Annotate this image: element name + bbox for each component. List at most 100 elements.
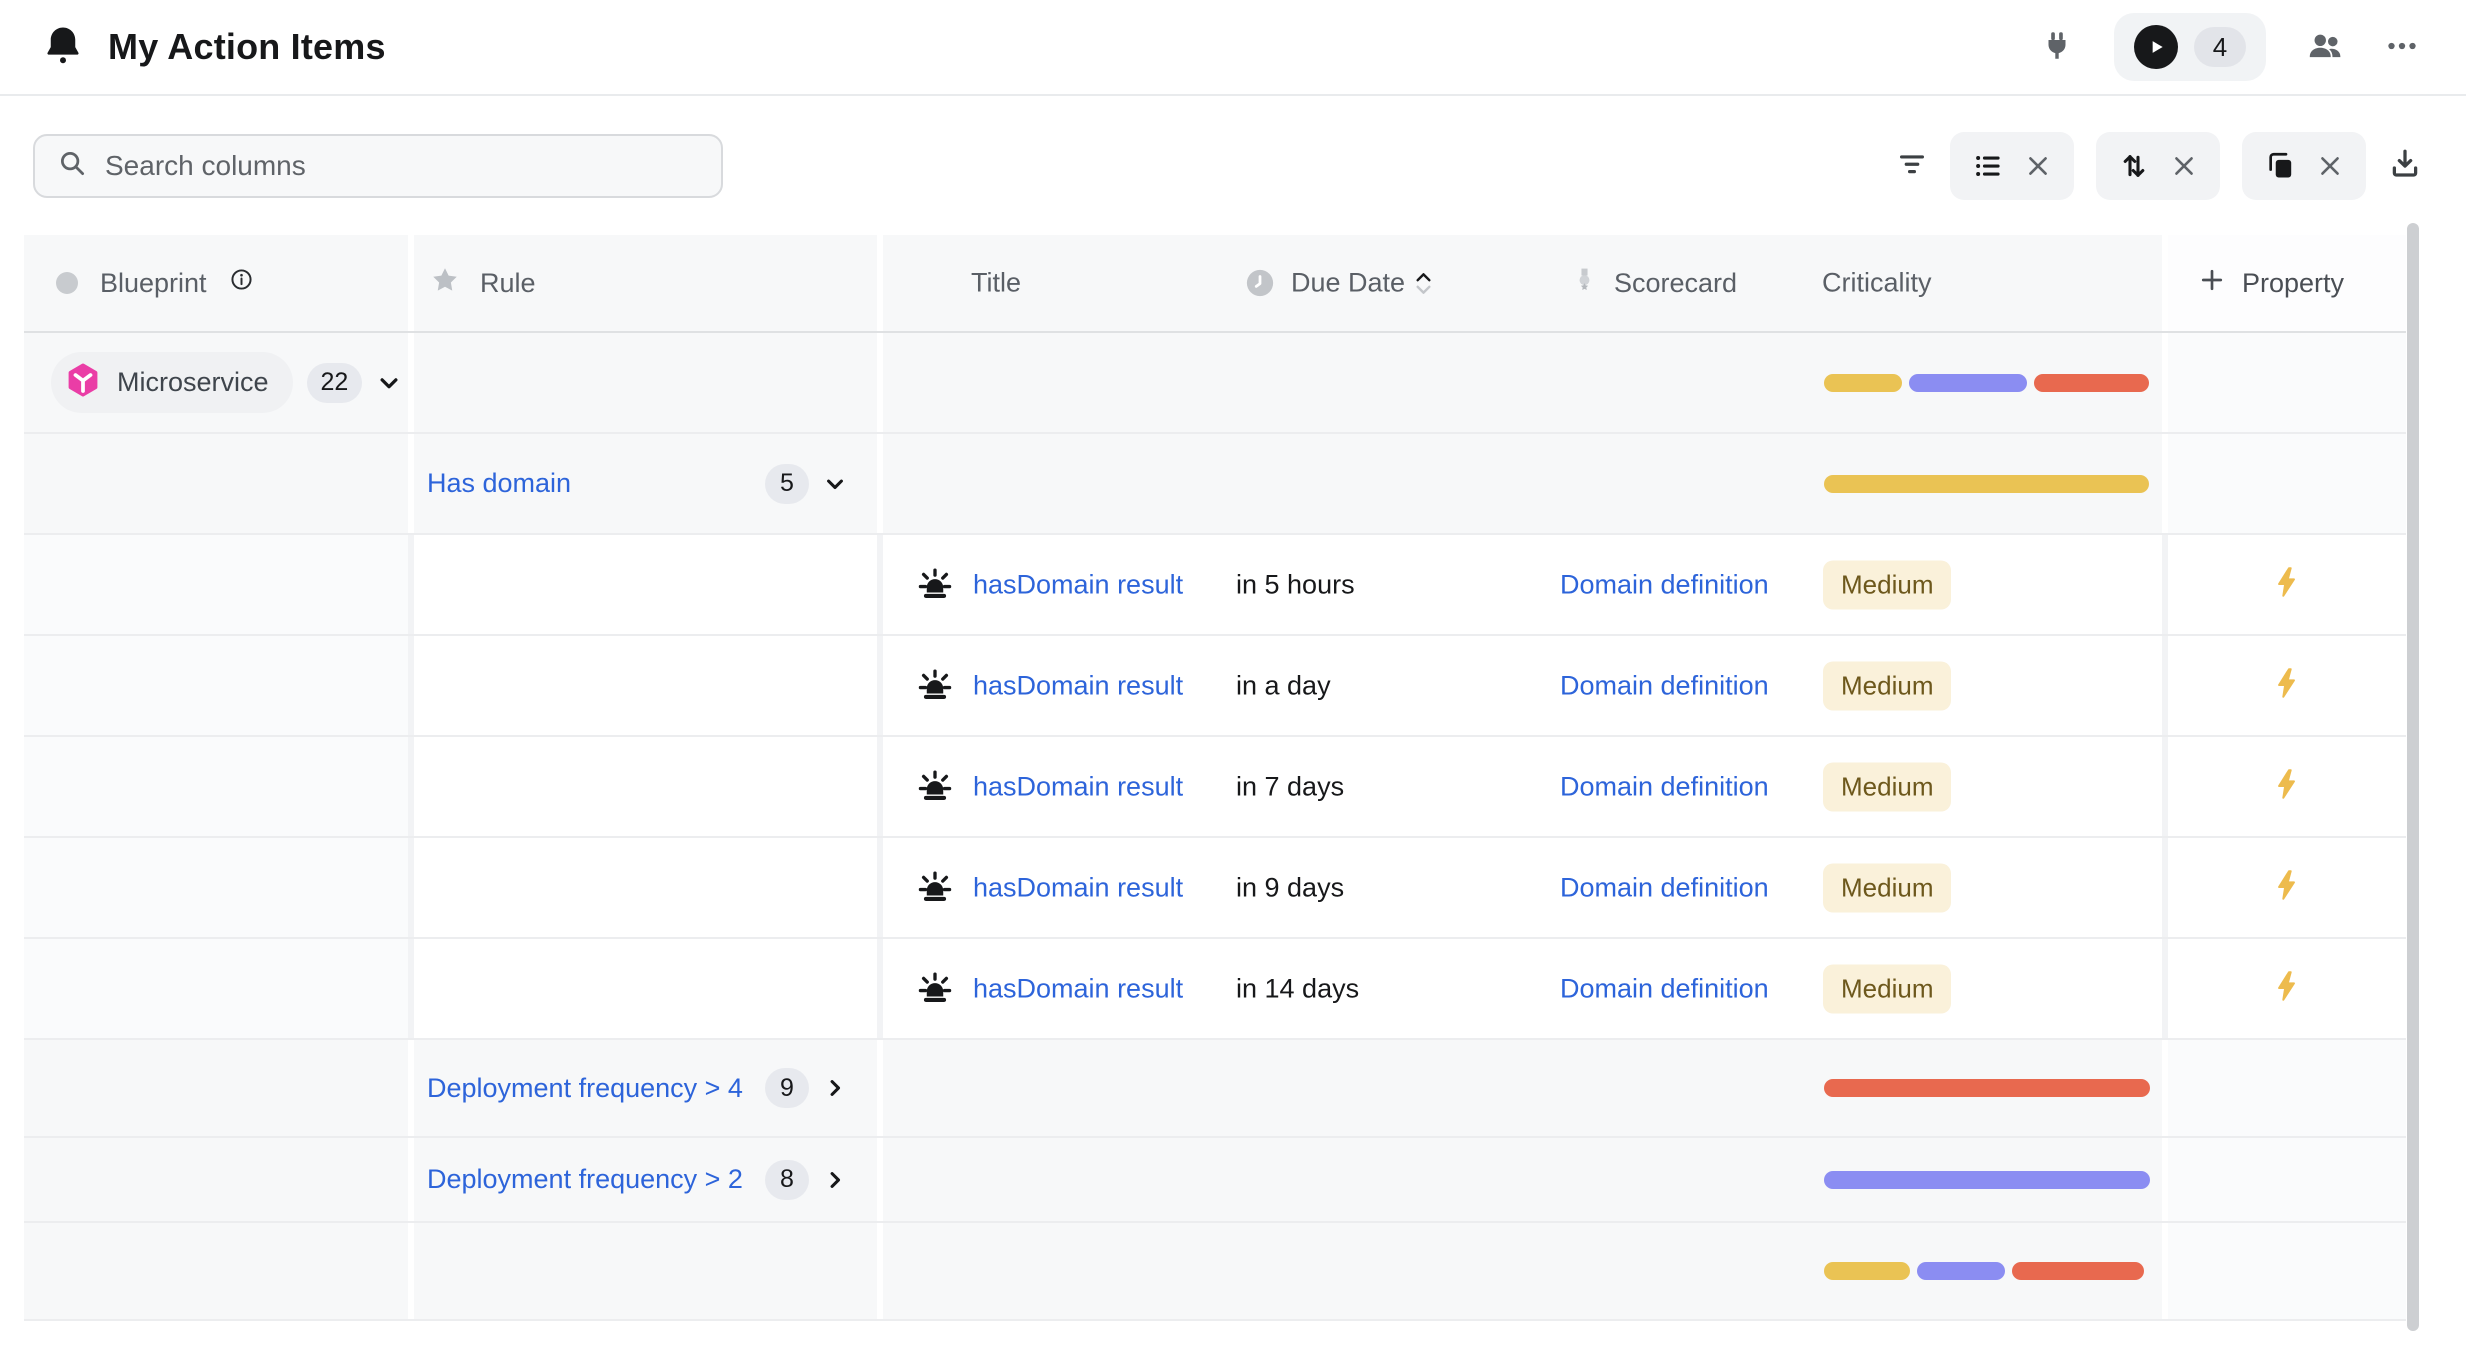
criticality-badge: Medium xyxy=(1823,560,1951,609)
filter-button[interactable] xyxy=(1896,148,1928,183)
column-header-criticality[interactable]: Criticality xyxy=(1822,268,1932,299)
scorecard-link[interactable]: Domain definition xyxy=(1560,670,1769,701)
criticality-distribution-bars xyxy=(1824,1171,2150,1189)
due-date-value: in 7 days xyxy=(1236,771,1344,802)
column-header-blueprint[interactable]: Blueprint xyxy=(24,235,408,331)
play-icon xyxy=(2134,25,2178,69)
download-button[interactable] xyxy=(2388,147,2422,184)
action-item-title-link[interactable]: hasDomain result xyxy=(973,872,1183,903)
ellipsis-icon xyxy=(2384,28,2420,67)
bolt-icon[interactable] xyxy=(2270,666,2304,705)
criticality-badge: Medium xyxy=(1823,762,1951,811)
bolt-icon[interactable] xyxy=(2270,767,2304,806)
add-property-button[interactable]: Property xyxy=(2168,235,2406,331)
action-item-title-link[interactable]: hasDomain result xyxy=(973,670,1183,701)
table-row-action-item: hasDomain result in 9 days Domain defini… xyxy=(24,838,2406,939)
medal-icon xyxy=(1571,266,1598,300)
alarm-icon xyxy=(916,566,954,604)
more-options-button[interactable] xyxy=(2384,28,2420,67)
blueprint-chip-microservice[interactable]: Microservice xyxy=(51,352,293,413)
action-item-title-link[interactable]: hasDomain result xyxy=(973,973,1183,1004)
filter-lines-icon xyxy=(1896,148,1928,183)
scorecard-link[interactable]: Domain definition xyxy=(1560,569,1769,600)
action-item-title-link[interactable]: hasDomain result xyxy=(973,771,1183,802)
layers-copy-icon[interactable] xyxy=(2264,150,2296,182)
alarm-icon xyxy=(916,970,954,1008)
column-label-scorecard: Scorecard xyxy=(1614,268,1737,299)
clear-copy-view-button[interactable] xyxy=(2316,152,2344,180)
rule-group-link[interactable]: Deployment frequency > 2 xyxy=(427,1164,743,1195)
runs-count-badge: 4 xyxy=(2194,27,2246,67)
chevron-down-icon[interactable] xyxy=(374,368,404,398)
chevron-down-icon[interactable] xyxy=(821,470,849,498)
clock-icon xyxy=(1245,268,1275,298)
vertical-scrollbar[interactable] xyxy=(2407,223,2419,1331)
table-row-group-summary xyxy=(24,1223,2406,1321)
criticality-distribution-bars xyxy=(1824,374,2149,392)
column-label-due-date: Due Date xyxy=(1291,268,1405,299)
criticality-distribution-bars xyxy=(1824,1262,2144,1280)
clear-group-by-button[interactable] xyxy=(2024,152,2052,180)
table-toolbar xyxy=(0,96,2466,235)
action-items-table: Blueprint Rule Title Due Date xyxy=(24,235,2406,1321)
app-header-left: My Action Items xyxy=(42,24,386,71)
scorecard-link[interactable]: Domain definition xyxy=(1560,872,1769,903)
app-header: My Action Items 4 xyxy=(0,0,2466,96)
search-columns-box[interactable] xyxy=(33,134,723,198)
group-count-badge: 22 xyxy=(307,363,363,403)
runs-button[interactable]: 4 xyxy=(2114,13,2266,81)
users-button[interactable] xyxy=(2306,27,2344,68)
table-row-action-item: hasDomain result in 7 days Domain defini… xyxy=(24,737,2406,838)
column-header-title[interactable]: Title xyxy=(971,268,1021,299)
people-icon xyxy=(2306,27,2344,68)
app-header-actions: 4 xyxy=(2040,13,2420,81)
due-date-value: in 9 days xyxy=(1236,872,1344,903)
table-row-blueprint-group: Microservice 22 xyxy=(24,333,2406,434)
scorecard-link[interactable]: Domain definition xyxy=(1560,973,1769,1004)
rule-group-link[interactable]: Deployment frequency > 4 xyxy=(427,1073,743,1104)
column-header-rule[interactable]: Rule xyxy=(414,235,877,331)
group-count-badge: 8 xyxy=(765,1160,809,1200)
sort-chip xyxy=(2096,132,2220,200)
download-icon xyxy=(2388,147,2422,184)
alarm-icon xyxy=(916,768,954,806)
chevron-right-icon[interactable] xyxy=(821,1074,849,1102)
criticality-badge: Medium xyxy=(1823,964,1951,1013)
cube-icon xyxy=(65,362,101,403)
blueprint-group-label: Microservice xyxy=(117,367,269,398)
close-icon xyxy=(2316,152,2344,180)
circle-icon xyxy=(56,272,78,294)
group-count-badge: 9 xyxy=(765,1068,809,1108)
alarm-icon xyxy=(916,869,954,907)
due-date-value: in 14 days xyxy=(1236,973,1359,1004)
scorecard-link[interactable]: Domain definition xyxy=(1560,771,1769,802)
table-row-action-item: hasDomain result in 14 days Domain defin… xyxy=(24,939,2406,1040)
column-header-main: Title Due Date Scorecard xyxy=(883,235,2162,331)
bolt-icon[interactable] xyxy=(2270,868,2304,907)
search-icon xyxy=(57,148,87,183)
table-row-rule-group: Has domain 5 xyxy=(24,434,2406,535)
integrations-button[interactable] xyxy=(2040,29,2074,66)
table-row-action-item: hasDomain result in 5 hours Domain defin… xyxy=(24,535,2406,636)
action-item-title-link[interactable]: hasDomain result xyxy=(973,569,1183,600)
table-row-rule-group: Deployment frequency > 2 8 xyxy=(24,1138,2406,1223)
table-header-row: Blueprint Rule Title Due Date xyxy=(24,235,2406,333)
clear-sort-button[interactable] xyxy=(2170,152,2198,180)
search-columns-input[interactable] xyxy=(105,150,699,182)
rule-group-link[interactable]: Has domain xyxy=(427,468,571,499)
column-header-scorecard[interactable]: Scorecard xyxy=(1571,266,1737,300)
copy-view-chip xyxy=(2242,132,2366,200)
list-group-icon[interactable] xyxy=(1972,150,2004,182)
group-count-badge: 5 xyxy=(765,464,809,504)
bolt-icon[interactable] xyxy=(2270,565,2304,604)
group-by-chip xyxy=(1950,132,2074,200)
close-icon xyxy=(2024,152,2052,180)
chevron-right-icon[interactable] xyxy=(821,1166,849,1194)
criticality-badge: Medium xyxy=(1823,661,1951,710)
bolt-icon[interactable] xyxy=(2270,969,2304,1008)
toolbar-actions xyxy=(1896,132,2422,200)
add-property-label: Property xyxy=(2242,268,2344,299)
info-icon[interactable] xyxy=(229,267,254,299)
column-header-due-date[interactable]: Due Date xyxy=(1291,268,1432,299)
sort-arrows-icon[interactable] xyxy=(2118,150,2150,182)
